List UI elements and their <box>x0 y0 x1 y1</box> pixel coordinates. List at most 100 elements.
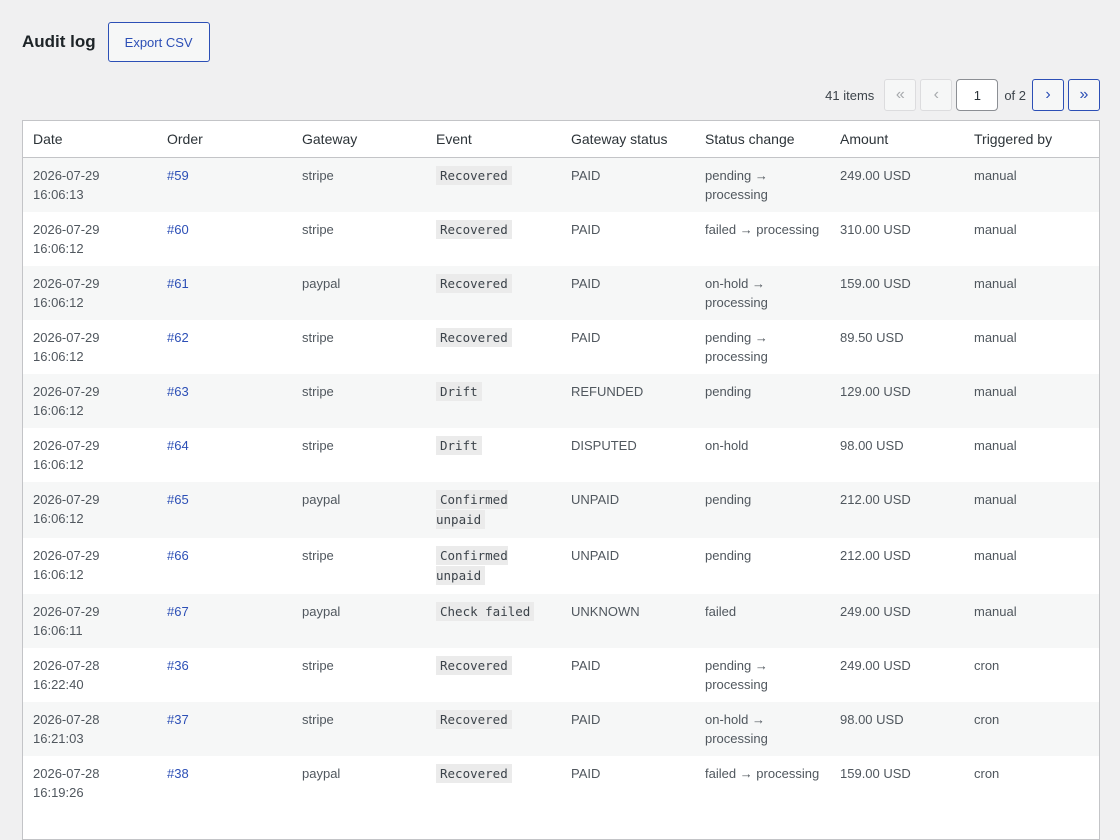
event-badge: Recovered <box>436 656 512 675</box>
cell-triggered-by: manual <box>964 428 1099 482</box>
cell-date: 2026-07-29 16:06:11 <box>23 594 157 648</box>
cell-triggered-by-text: manual <box>974 276 1017 291</box>
cell-gateway-status: PAID <box>561 266 695 320</box>
cell-status-change: failed → processing <box>695 756 830 810</box>
cell-date-text: 2026-07-29 16:06:12 <box>33 330 100 364</box>
first-page-button[interactable]: « <box>884 79 917 111</box>
column-header-event[interactable]: Event <box>426 121 561 158</box>
cell-date-text: 2026-07-29 16:06:12 <box>33 276 100 310</box>
column-header-triggered-by[interactable]: Triggered by <box>964 121 1099 158</box>
cell-gateway: stripe <box>292 320 426 374</box>
cell-triggered-by-text: manual <box>974 492 1017 507</box>
cell-event: Recovered <box>426 648 561 702</box>
cell-event: Check failed <box>426 594 561 648</box>
cell-gateway-text: stripe <box>302 384 334 399</box>
cell-status-change-text: pending <box>705 492 752 507</box>
cell-triggered-by-text: manual <box>974 222 1017 237</box>
cell-order: #59 <box>157 157 292 212</box>
table-row: 2026-07-29 16:06:12 #61 paypal Recovered PAI… <box>23 266 1099 320</box>
order-link[interactable]: #60 <box>167 222 189 237</box>
cell-amount: 89.50 USD <box>830 320 964 374</box>
cell-date-text: 2026-07-29 16:06:12 <box>33 438 100 472</box>
cell-gateway-status: PAID <box>561 702 695 756</box>
cell-amount: 159.00 USD <box>830 756 964 810</box>
cell-amount: 249.00 USD <box>830 648 964 702</box>
cell-triggered-by-text: cron <box>974 766 1000 781</box>
cell-amount-text: 129.00 USD <box>840 384 911 399</box>
event-badge: Recovered <box>436 710 512 729</box>
cell-triggered-by: manual <box>964 212 1099 266</box>
cell-gateway-status-text: UNKNOWN <box>571 604 640 619</box>
cell-date-text: 2026-07-29 16:06:12 <box>33 548 100 582</box>
order-link[interactable]: #63 <box>167 384 189 399</box>
cell-triggered-by: manual <box>964 374 1099 428</box>
cell-triggered-by: manual <box>964 266 1099 320</box>
event-badge: Drift <box>436 436 482 455</box>
order-link[interactable]: #38 <box>167 766 189 781</box>
column-header-order[interactable]: Order <box>157 121 292 158</box>
cell-status-change: pending → processing <box>695 648 830 702</box>
cell-triggered-by-text: manual <box>974 330 1017 345</box>
cell-date-text: 2026-07-28 16:19:26 <box>33 766 100 800</box>
cell-gateway-status-text: PAID <box>571 222 601 237</box>
cell-date: 2026-07-28 16:19:26 <box>23 756 157 810</box>
cell-order: #67 <box>157 594 292 648</box>
order-link[interactable]: #65 <box>167 492 189 507</box>
cell-gateway-status: REFUNDED <box>561 374 695 428</box>
cell-gateway: stripe <box>292 157 426 212</box>
order-link[interactable]: #62 <box>167 330 189 345</box>
cell-gateway: stripe <box>292 428 426 482</box>
table-row: 2026-07-29 16:06:12 #62 stripe Recovered PAI… <box>23 320 1099 374</box>
order-link[interactable]: #66 <box>167 548 189 563</box>
cell-event: Recovered <box>426 756 561 810</box>
cell-order: #66 <box>157 538 292 594</box>
pagination: 41 items « ‹ of 2 › » <box>825 79 1100 111</box>
cell-status-change: pending <box>695 482 830 538</box>
order-link[interactable]: #36 <box>167 658 189 673</box>
cell-amount-text: 212.00 USD <box>840 548 911 563</box>
column-header-gateway-status[interactable]: Gateway status <box>561 121 695 158</box>
cell-date-text: 2026-07-29 16:06:12 <box>33 222 100 256</box>
order-link[interactable]: #37 <box>167 712 189 727</box>
cell-order: #38 <box>157 756 292 810</box>
cell-order: #37 <box>157 702 292 756</box>
column-header-date[interactable]: Date <box>23 121 157 158</box>
cell-gateway: stripe <box>292 538 426 594</box>
prev-page-button[interactable]: ‹ <box>920 79 953 111</box>
cell-event: Drift <box>426 428 561 482</box>
order-link[interactable]: #61 <box>167 276 189 291</box>
order-link[interactable]: #59 <box>167 168 189 183</box>
order-link[interactable]: #64 <box>167 438 189 453</box>
cell-order: #36 <box>157 648 292 702</box>
event-badge: Recovered <box>436 328 512 347</box>
column-header-gateway[interactable]: Gateway <box>292 121 426 158</box>
export-csv-button[interactable]: Export CSV <box>107 22 210 62</box>
table-row: 2026-07-29 16:06:12 #63 stripe Drift REFUNDE… <box>23 374 1099 428</box>
order-link[interactable]: #67 <box>167 604 189 619</box>
cell-status-change: pending <box>695 538 830 594</box>
table-row: 2026-07-28 16:22:40 #36 stripe Recovered PAI… <box>23 648 1099 702</box>
column-header-status-change[interactable]: Status change <box>695 121 830 158</box>
cell-gateway-status: PAID <box>561 320 695 374</box>
cell-gateway-status-text: PAID <box>571 168 601 183</box>
current-page-input[interactable] <box>956 79 999 111</box>
next-page-button[interactable]: › <box>1032 79 1064 111</box>
cell-amount-text: 249.00 USD <box>840 658 911 673</box>
cell-status-change: on-hold → processing <box>695 266 830 320</box>
cell-triggered-by-text: manual <box>974 438 1017 453</box>
cell-gateway-status-text: PAID <box>571 712 601 727</box>
cell-order: #63 <box>157 374 292 428</box>
cell-triggered-by: manual <box>964 594 1099 648</box>
last-page-button[interactable]: » <box>1068 79 1100 111</box>
cell-gateway-status: PAID <box>561 756 695 810</box>
cell-gateway-status: DISPUTED <box>561 428 695 482</box>
cell-gateway: stripe <box>292 374 426 428</box>
cell-status-change-text: pending → processing <box>705 330 768 364</box>
cell-date: 2026-07-29 16:06:12 <box>23 538 157 594</box>
cell-gateway: stripe <box>292 702 426 756</box>
cell-status-change-text: on-hold → processing <box>705 712 768 746</box>
cell-date: 2026-07-29 16:06:12 <box>23 320 157 374</box>
cell-date: 2026-07-29 16:06:13 <box>23 157 157 212</box>
column-header-amount[interactable]: Amount <box>830 121 964 158</box>
cell-order: #65 <box>157 482 292 538</box>
